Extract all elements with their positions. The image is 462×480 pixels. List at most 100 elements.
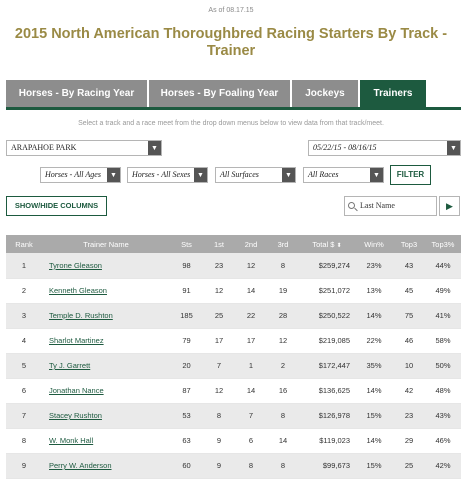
filter-button[interactable]: FILTER (390, 165, 431, 185)
trainer-link[interactable]: Tyrone Gleason (49, 261, 102, 270)
table-header-row: Rank Trainer Name Sts 1st 2nd 3rd Total … (6, 235, 461, 253)
win-pct-cell: 22% (355, 328, 393, 354)
header-top3[interactable]: Top3 (393, 235, 425, 253)
show-hide-columns-button[interactable]: SHOW/HIDE COLUMNS (6, 196, 107, 216)
chevron-down-icon: ▼ (148, 141, 161, 155)
total-earnings-cell: $126,978 (299, 403, 355, 429)
trainer-link[interactable]: Ty J. Garrett (49, 361, 90, 370)
second-cell: 12 (235, 253, 267, 279)
win-pct-cell: 14% (355, 303, 393, 329)
tab-horses-foaling-year[interactable]: Horses - By Foaling Year (149, 80, 290, 108)
win-pct-cell: 23% (355, 253, 393, 279)
win-pct-cell: 14% (355, 378, 393, 404)
trainer-link[interactable]: Kenneth Gleason (49, 286, 107, 295)
search-go-button[interactable]: ▶ (439, 196, 460, 216)
rank-cell: 4 (6, 328, 42, 354)
header-first[interactable]: 1st (203, 235, 235, 253)
third-cell: 19 (267, 278, 299, 304)
total-earnings-cell: $259,274 (299, 253, 355, 279)
header-win-pct[interactable]: Win% (355, 235, 393, 253)
second-cell: 14 (235, 378, 267, 404)
table-row: 9 Perry W. Anderson 60 9 8 8 $99,673 15% 25 42% (6, 453, 461, 479)
top3-pct-cell: 44% (425, 253, 461, 279)
trainer-name-cell: Stacey Rushton (42, 403, 170, 429)
top3-cell: 46 (393, 328, 425, 354)
trainer-name-cell: Ty J. Garrett (42, 353, 170, 379)
track-select[interactable]: ARAPAHOE PARK ▼ (6, 140, 162, 156)
trainer-name-cell: Tyrone Gleason (42, 253, 170, 279)
trainer-name-cell: Temple D. Rushton (42, 303, 170, 329)
trainer-link[interactable]: Perry W. Anderson (49, 461, 112, 470)
second-cell: 6 (235, 428, 267, 454)
third-cell: 8 (267, 253, 299, 279)
win-pct-cell: 14% (355, 428, 393, 454)
trainer-name-cell: Jonathan Nance (42, 378, 170, 404)
first-cell: 7 (203, 353, 235, 379)
chevron-down-icon: ▼ (447, 141, 460, 155)
top3-cell: 42 (393, 378, 425, 404)
trainer-link[interactable]: Stacey Rushton (49, 411, 102, 420)
top3-pct-cell: 50% (425, 353, 461, 379)
win-pct-cell: 35% (355, 353, 393, 379)
tab-horses-racing-year[interactable]: Horses - By Racing Year (6, 80, 147, 108)
total-earnings-cell: $219,085 (299, 328, 355, 354)
trainer-link[interactable]: Temple D. Rushton (49, 311, 113, 320)
second-cell: 17 (235, 328, 267, 354)
header-trainer-name[interactable]: Trainer Name (42, 235, 170, 253)
first-cell: 12 (203, 378, 235, 404)
surfaces-select[interactable]: All Surfaces ▼ (215, 167, 296, 183)
header-starts[interactable]: Sts (170, 235, 203, 253)
first-cell: 9 (203, 428, 235, 454)
trainer-link[interactable]: Sharlot Martinez (49, 336, 104, 345)
tab-trainers[interactable]: Trainers (360, 80, 426, 108)
rank-cell: 6 (6, 378, 42, 404)
sexes-select[interactable]: Horses - All Sexes ▼ (127, 167, 208, 183)
win-pct-cell: 15% (355, 403, 393, 429)
ages-select[interactable]: Horses - All Ages ▼ (40, 167, 121, 183)
ages-select-value: Horses - All Ages (45, 170, 101, 179)
rank-cell: 7 (6, 403, 42, 429)
total-earnings-cell: $250,522 (299, 303, 355, 329)
total-earnings-cell: $119,023 (299, 428, 355, 454)
second-cell: 8 (235, 453, 267, 479)
trainer-link[interactable]: W. Monk Hall (49, 436, 93, 445)
third-cell: 14 (267, 428, 299, 454)
as-of-date: As of 08.17.15 (208, 7, 254, 14)
sort-arrow-icon: ⬍ (336, 242, 342, 249)
trainer-name-cell: W. Monk Hall (42, 428, 170, 454)
trainer-link[interactable]: Jonathan Nance (49, 386, 104, 395)
table-row: 8 W. Monk Hall 63 9 6 14 $119,023 14% 29 46% (6, 428, 461, 454)
top3-cell: 75 (393, 303, 425, 329)
table-row: 2 Kenneth Gleason 91 12 14 19 $251,072 13% 45 49% (6, 278, 461, 304)
trainer-name-cell: Sharlot Martinez (42, 328, 170, 354)
starts-cell: 60 (170, 453, 203, 479)
top3-pct-cell: 49% (425, 278, 461, 304)
instructions-text: Select a track and a race meet from the … (78, 120, 384, 127)
header-second[interactable]: 2nd (235, 235, 267, 253)
header-third[interactable]: 3rd (267, 235, 299, 253)
chevron-down-icon: ▼ (194, 168, 207, 182)
second-cell: 22 (235, 303, 267, 329)
meet-select[interactable]: 05/22/15 - 08/16/15 ▼ (308, 140, 461, 156)
header-total[interactable]: Total $ ⬍ (299, 235, 355, 253)
races-select[interactable]: All Races ▼ (303, 167, 384, 183)
top3-cell: 29 (393, 428, 425, 454)
tab-jockeys[interactable]: Jockeys (292, 80, 358, 108)
races-select-value: All Races (308, 170, 339, 179)
first-cell: 9 (203, 453, 235, 479)
second-cell: 14 (235, 278, 267, 304)
header-top3-pct[interactable]: Top3% (425, 235, 461, 253)
chevron-down-icon: ▼ (282, 168, 295, 182)
chevron-down-icon: ▼ (107, 168, 120, 182)
starts-cell: 185 (170, 303, 203, 329)
tab-underline (6, 107, 461, 110)
sexes-select-value: Horses - All Sexes (132, 170, 191, 179)
search-placeholder: Last Name (360, 201, 395, 210)
rank-cell: 2 (6, 278, 42, 304)
table-row: 1 Tyrone Gleason 98 23 12 8 $259,274 23% 43 44% (6, 253, 461, 279)
search-icon (348, 202, 355, 209)
last-name-search-input[interactable]: Last Name (344, 196, 437, 216)
first-cell: 12 (203, 278, 235, 304)
header-rank[interactable]: Rank (6, 235, 42, 253)
top3-cell: 43 (393, 253, 425, 279)
